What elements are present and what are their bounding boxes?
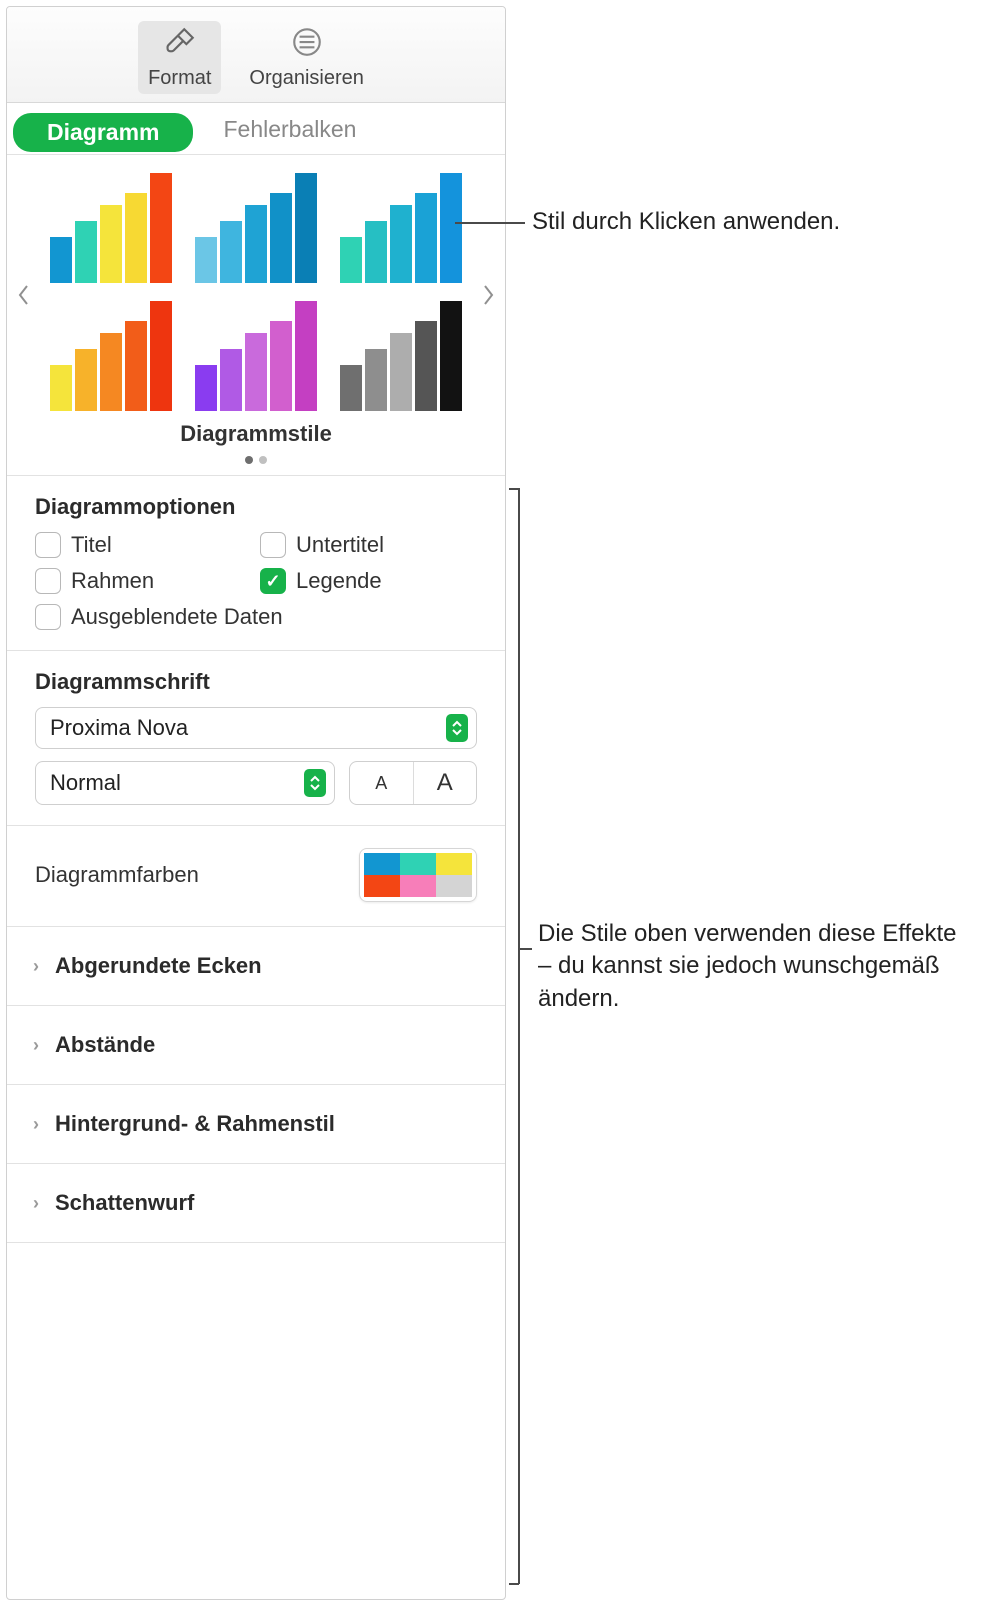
format-tab-label: Format (148, 67, 211, 90)
organize-tab-button[interactable]: Organisieren (239, 21, 374, 94)
disclosure-rounded-corners-label: Abgerundete Ecken (55, 953, 262, 979)
font-style-select[interactable]: Normal (35, 761, 335, 805)
disclosure-shadow-label: Schattenwurf (55, 1190, 194, 1216)
tab-diagramm[interactable]: Diagramm (13, 113, 193, 152)
font-family-value: Proxima Nova (50, 715, 188, 741)
callout-bracket (518, 948, 532, 950)
checkbox-rahmen-label: Rahmen (71, 568, 154, 594)
chart-colors-row: Diagrammfarben (7, 826, 505, 927)
checkbox-untertitel-label: Untertitel (296, 532, 384, 558)
organize-tab-label: Organisieren (249, 67, 364, 90)
chart-font-title: Diagrammschrift (35, 669, 477, 695)
disclosure-background-border-label: Hintergrund- & Rahmenstil (55, 1111, 335, 1137)
disclosure-gaps[interactable]: › Abstände (7, 1006, 505, 1085)
chevron-right-icon: › (29, 1035, 43, 1056)
checkbox-legende-label: Legende (296, 568, 382, 594)
chart-style-thumb-2[interactable] (188, 165, 325, 283)
callout-effects: Die Stile oben verwenden diese Effekte –… (538, 918, 958, 1015)
format-panel: Format Organisieren Diagramm Fehlerbalke… (6, 6, 506, 1600)
checkbox-untertitel[interactable]: Untertitel (260, 532, 477, 558)
list-icon (290, 25, 324, 65)
chart-style-thumb-5[interactable] (188, 293, 325, 411)
checkbox-legende[interactable]: Legende (260, 568, 477, 594)
callout-bracket (509, 488, 519, 490)
font-size-decrease[interactable]: A (350, 762, 414, 804)
checkbox-hidden-data[interactable]: Ausgeblendete Daten (35, 604, 477, 630)
select-stepper-icon (446, 714, 468, 742)
callout-apply-style: Stil durch Klicken anwenden. (532, 206, 962, 238)
checkbox-titel[interactable]: Titel (35, 532, 252, 558)
checkbox-rahmen[interactable]: Rahmen (35, 568, 252, 594)
font-style-value: Normal (50, 770, 121, 796)
tab-fehlerbalken[interactable]: Fehlerbalken (201, 112, 378, 153)
font-size-stepper: A A (349, 761, 477, 805)
disclosure-rounded-corners[interactable]: › Abgerundete Ecken (7, 927, 505, 1006)
chart-font-section: Diagrammschrift Proxima Nova Normal A A (7, 651, 505, 826)
callout-bracket (518, 488, 520, 1584)
styles-page-dots (7, 451, 505, 469)
format-tab-button[interactable]: Format (138, 21, 221, 94)
chevron-right-icon: › (29, 1114, 43, 1135)
disclosure-shadow[interactable]: › Schattenwurf (7, 1164, 505, 1243)
subtab-bar: Diagramm Fehlerbalken (7, 103, 505, 155)
select-stepper-icon (304, 769, 326, 797)
chart-styles-title: Diagrammstile (7, 421, 505, 447)
panel-toolbar: Format Organisieren (7, 7, 505, 103)
paintbrush-icon (163, 25, 197, 65)
font-family-select[interactable]: Proxima Nova (35, 707, 477, 749)
chevron-right-icon: › (29, 1193, 43, 1214)
chart-style-thumb-3[interactable] (332, 165, 469, 283)
chart-color-palette-button[interactable] (359, 848, 477, 902)
chevron-right-icon: › (29, 956, 43, 977)
checkbox-titel-label: Titel (71, 532, 112, 558)
disclosure-gaps-label: Abstände (55, 1032, 155, 1058)
chart-options-section: Diagrammoptionen Titel Untertitel Rahmen… (7, 476, 505, 651)
chart-styles-section: Diagrammstile (7, 155, 505, 476)
chart-style-thumb-4[interactable] (43, 293, 180, 411)
chart-style-thumb-6[interactable] (332, 293, 469, 411)
callout-bracket (509, 1583, 519, 1585)
chart-colors-title: Diagrammfarben (35, 862, 199, 888)
styles-next-button[interactable] (473, 275, 503, 315)
disclosure-background-border[interactable]: › Hintergrund- & Rahmenstil (7, 1085, 505, 1164)
font-size-increase[interactable]: A (414, 762, 477, 804)
styles-prev-button[interactable] (9, 275, 39, 315)
callout-line (455, 222, 525, 224)
chart-style-thumb-1[interactable] (43, 165, 180, 283)
checkbox-hidden-data-label: Ausgeblendete Daten (71, 604, 283, 630)
chart-options-title: Diagrammoptionen (35, 494, 477, 520)
